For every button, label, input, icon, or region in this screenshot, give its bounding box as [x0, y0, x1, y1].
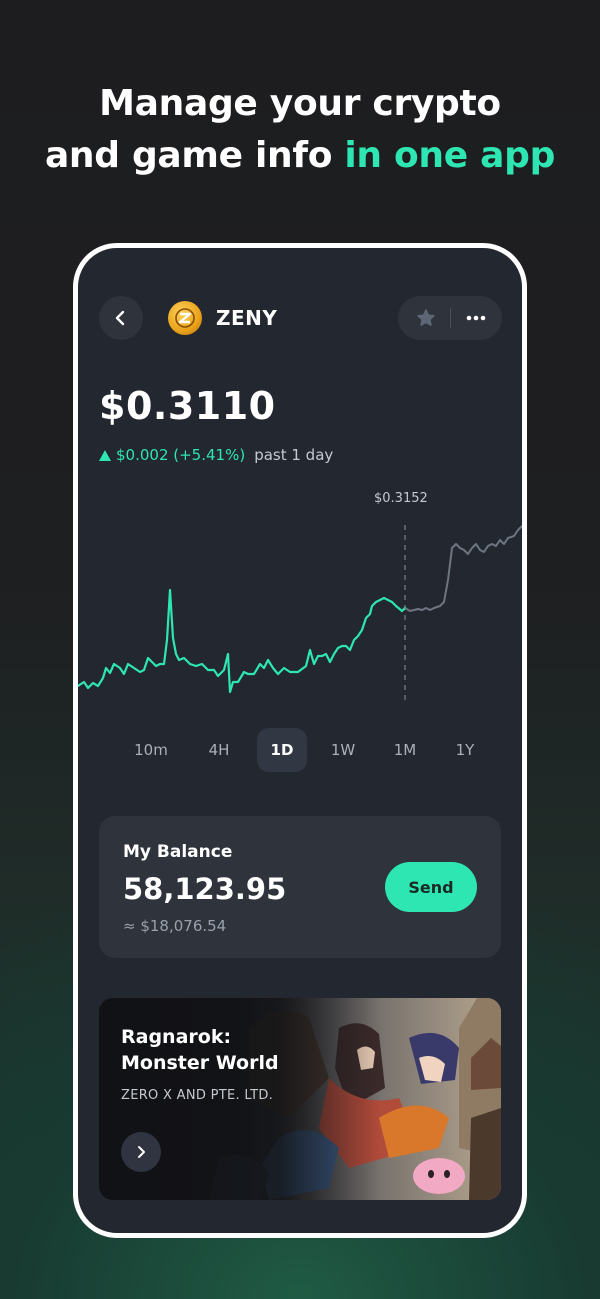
pill-divider [450, 308, 451, 328]
more-button[interactable] [454, 296, 498, 340]
send-button[interactable]: Send [385, 862, 477, 912]
app-screen: ZENY $0.3110 $0.002 (+5.41%) past 1 day … [78, 248, 522, 1233]
timeframe-1m[interactable]: 1M [380, 728, 430, 772]
header-actions [398, 296, 502, 340]
headline-line-1: Manage your crypto [99, 83, 501, 124]
more-icon [466, 315, 486, 321]
price-change: $0.002 (+5.41%) past 1 day [99, 446, 333, 464]
phone-frame: ZENY $0.3110 $0.002 (+5.41%) past 1 day … [73, 243, 527, 1238]
back-button[interactable] [99, 296, 143, 340]
zeny-coin-logo [168, 301, 202, 335]
balance-label: My Balance [123, 842, 233, 862]
current-price: $0.3110 [99, 384, 276, 428]
headline-line-2: and game info in one app [0, 130, 600, 182]
balance-amount: 58,123.95 [123, 872, 287, 906]
timeframe-10m[interactable]: 10m [126, 728, 176, 772]
balance-usd-value: ≈ $18,076.54 [123, 917, 227, 935]
balance-card: My Balance 58,123.95 ≈ $18,076.54 Send [99, 816, 501, 958]
favorite-button[interactable] [406, 296, 446, 340]
timeframe-selector: 10m 4H 1D 1W 1M 1Y [106, 728, 496, 772]
game-title: Ragnarok: Monster World [121, 1026, 279, 1074]
timeframe-4h[interactable]: 4H [194, 728, 244, 772]
headline-plain: and game info [44, 135, 333, 176]
chart-line-future [404, 525, 522, 612]
star-icon [417, 309, 435, 326]
headline: Manage your crypto and game info in one … [0, 78, 600, 182]
headline-accent: in one app [344, 135, 556, 176]
game-open-button[interactable] [121, 1132, 161, 1172]
price-chart[interactable] [78, 478, 522, 708]
coin-name: ZENY [216, 306, 278, 330]
game-card[interactable]: Ragnarok: Monster World ZERO X AND PTE. … [99, 998, 501, 1200]
timeframe-1y[interactable]: 1Y [440, 728, 490, 772]
chart-line-past [78, 588, 407, 694]
price-change-value: $0.002 (+5.41%) [116, 446, 246, 464]
timeframe-1w[interactable]: 1W [318, 728, 368, 772]
chevron-right-icon [138, 1146, 145, 1158]
back-arrow-icon [115, 310, 125, 326]
up-triangle-icon [99, 449, 111, 461]
timeframe-1d[interactable]: 1D [257, 728, 307, 772]
game-publisher: ZERO X AND PTE. LTD. [121, 1088, 274, 1103]
price-change-period: past 1 day [254, 446, 334, 464]
